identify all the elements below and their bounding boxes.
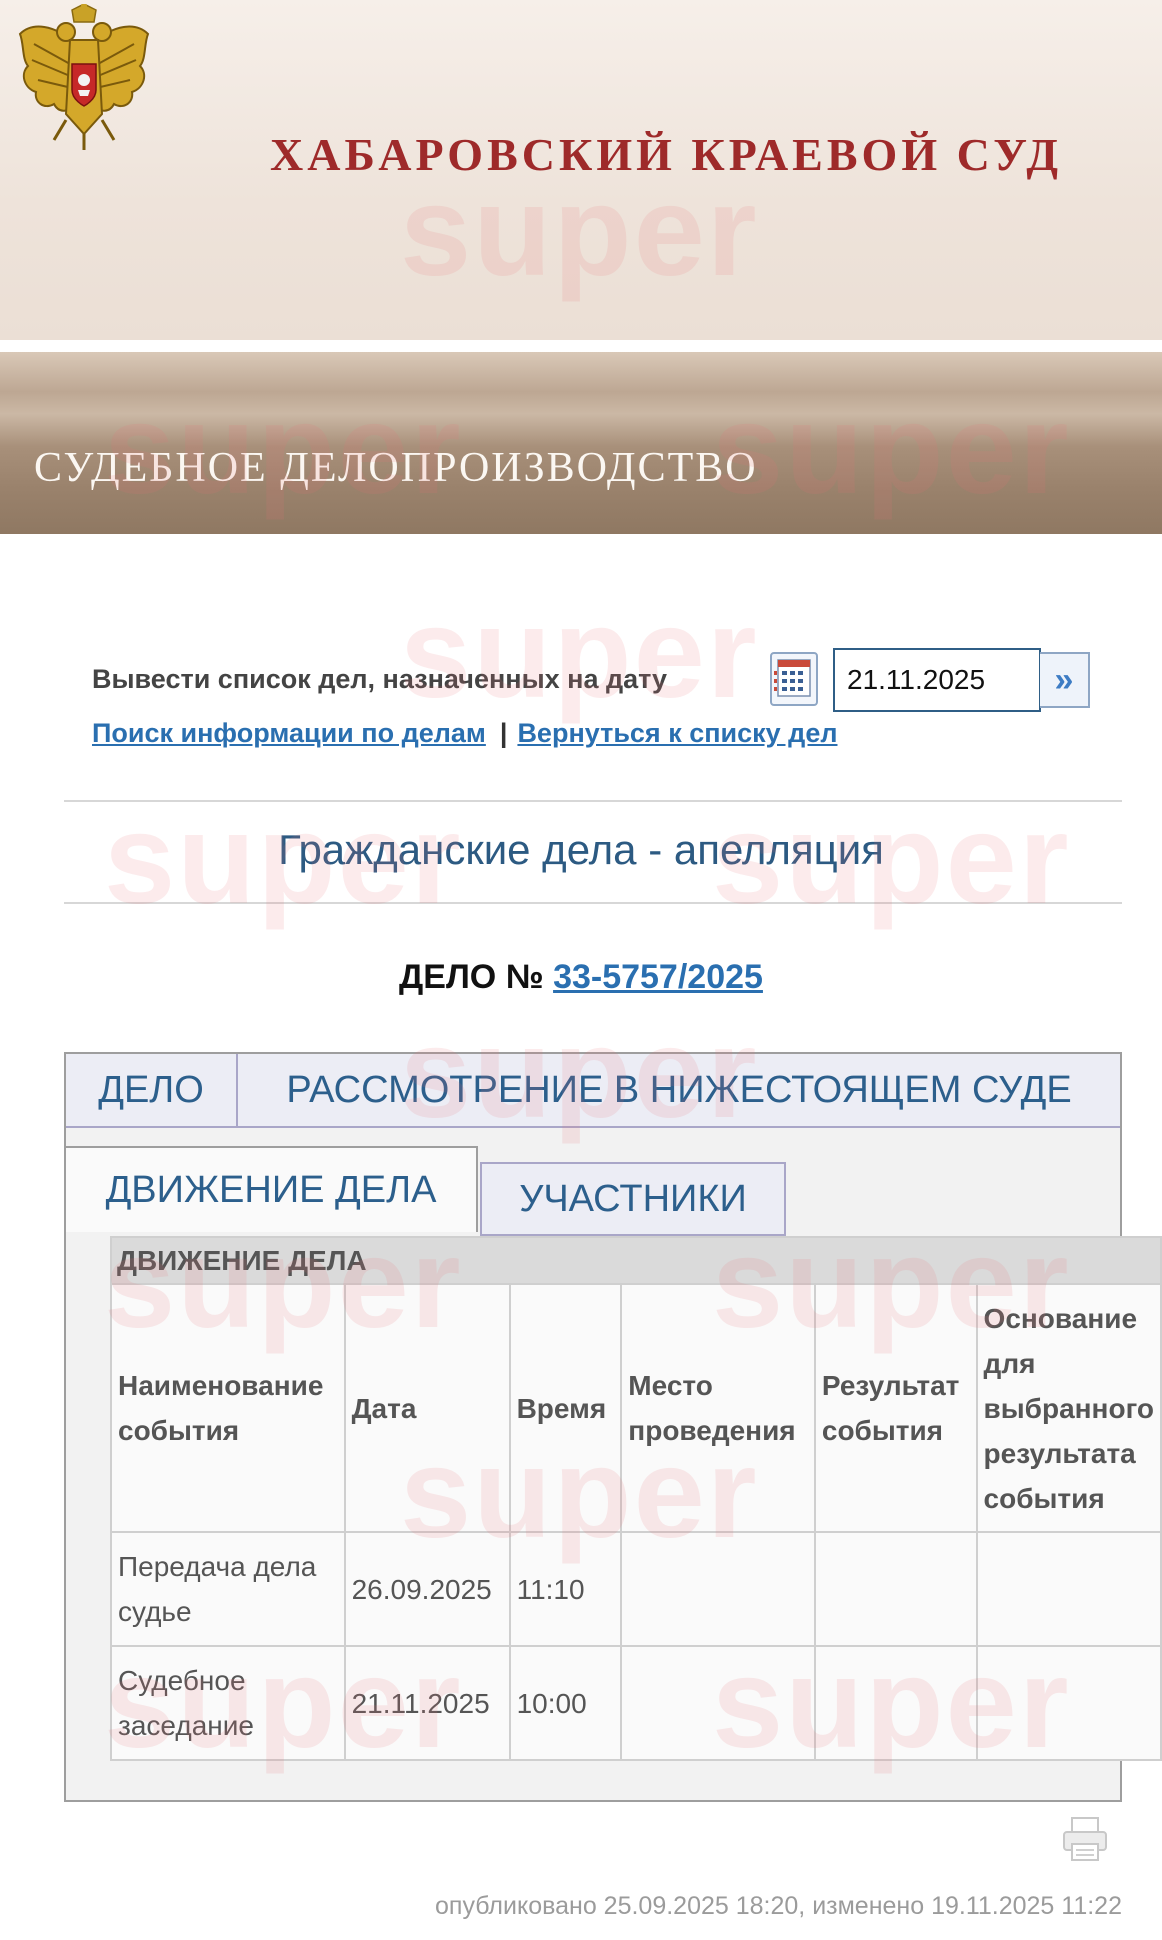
event-place <box>620 1531 816 1647</box>
search-cases-link[interactable]: Поиск информации по делам <box>92 718 486 748</box>
divider <box>64 800 1122 802</box>
links-separator: | <box>499 718 508 748</box>
calendar-icon <box>774 659 811 697</box>
event-date: 21.11.2025 <box>343 1645 511 1761</box>
table-row: Судебное заседание 21.11.2025 10:00 <box>110 1645 1162 1761</box>
category-title: Гражданские дела - апелляция <box>278 826 884 873</box>
double-chevron-right-icon: » <box>1054 660 1074 699</box>
published-info: опубликовано 25.09.2025 18:20, изменено … <box>435 1892 1122 1920</box>
event-time: 11:10 <box>508 1531 623 1647</box>
divider <box>64 902 1122 904</box>
coat-of-arms-emblem <box>18 4 150 150</box>
column-header: Время <box>508 1283 623 1533</box>
event-basis <box>975 1531 1162 1647</box>
tab-case[interactable]: ДЕЛО <box>66 1054 238 1128</box>
event-place <box>620 1645 816 1761</box>
header-banner: ХАБАРОВСКИЙ КРАЕВОЙ СУД <box>0 0 1162 340</box>
date-input[interactable] <box>833 648 1041 712</box>
event-basis <box>975 1645 1162 1761</box>
event-name: Судебное заседание <box>110 1645 346 1761</box>
case-events-table: ДВИЖЕНИЕ ДЕЛА Наименование события Дата … <box>110 1236 1162 1761</box>
tab-case-movement[interactable]: ДВИЖЕНИЕ ДЕЛА <box>66 1146 478 1232</box>
case-number-link[interactable]: 33-5757/2025 <box>553 958 763 996</box>
section-bar: СУДЕБНОЕ ДЕЛОПРОИЗВОДСТВО <box>0 352 1162 534</box>
table-row: Передача дела судье 26.09.2025 11:10 <box>110 1531 1162 1647</box>
watermark-text: super <box>400 582 759 725</box>
event-name: Передача дела судье <box>110 1531 346 1647</box>
event-time: 10:00 <box>508 1645 623 1761</box>
column-header: Наименование события <box>110 1283 346 1533</box>
submit-date-button[interactable]: » <box>1040 652 1090 708</box>
table-header-row: Наименование события Дата Время Место пр… <box>110 1283 1162 1533</box>
table-caption: ДВИЖЕНИЕ ДЕЛА <box>110 1236 1162 1285</box>
column-header: Результат события <box>813 1283 978 1533</box>
date-filter-label: Вывести список дел, назначенных на дату <box>92 664 668 694</box>
links-row: Поиск информации по делам | Вернуться к сп… <box>92 718 837 749</box>
court-name: ХАБАРОВСКИЙ КРАЕВОЙ СУД <box>270 129 1062 180</box>
column-header: Место проведения <box>620 1283 816 1533</box>
calendar-button[interactable] <box>770 652 818 706</box>
column-header: Основание для выбранного результата собы… <box>975 1283 1162 1533</box>
event-date: 26.09.2025 <box>343 1531 511 1647</box>
tab-participants[interactable]: УЧАСТНИКИ <box>480 1162 786 1236</box>
case-number-prefix: ДЕЛО № <box>399 958 544 996</box>
section-title: СУДЕБНОЕ ДЕЛОПРОИЗВОДСТВО <box>34 445 758 491</box>
header-divider <box>0 340 1162 352</box>
event-result <box>813 1645 978 1761</box>
print-icon[interactable] <box>1060 1814 1110 1864</box>
column-header: Дата <box>343 1283 511 1533</box>
back-to-list-link[interactable]: Вернуться к списку дел <box>517 718 837 748</box>
case-number-heading: ДЕЛО № 33-5757/2025 <box>0 958 1162 997</box>
tab-lower-court[interactable]: РАССМОТРЕНИЕ В НИЖЕСТОЯЩЕМ СУДЕ <box>236 1054 1120 1128</box>
event-result <box>813 1531 978 1647</box>
